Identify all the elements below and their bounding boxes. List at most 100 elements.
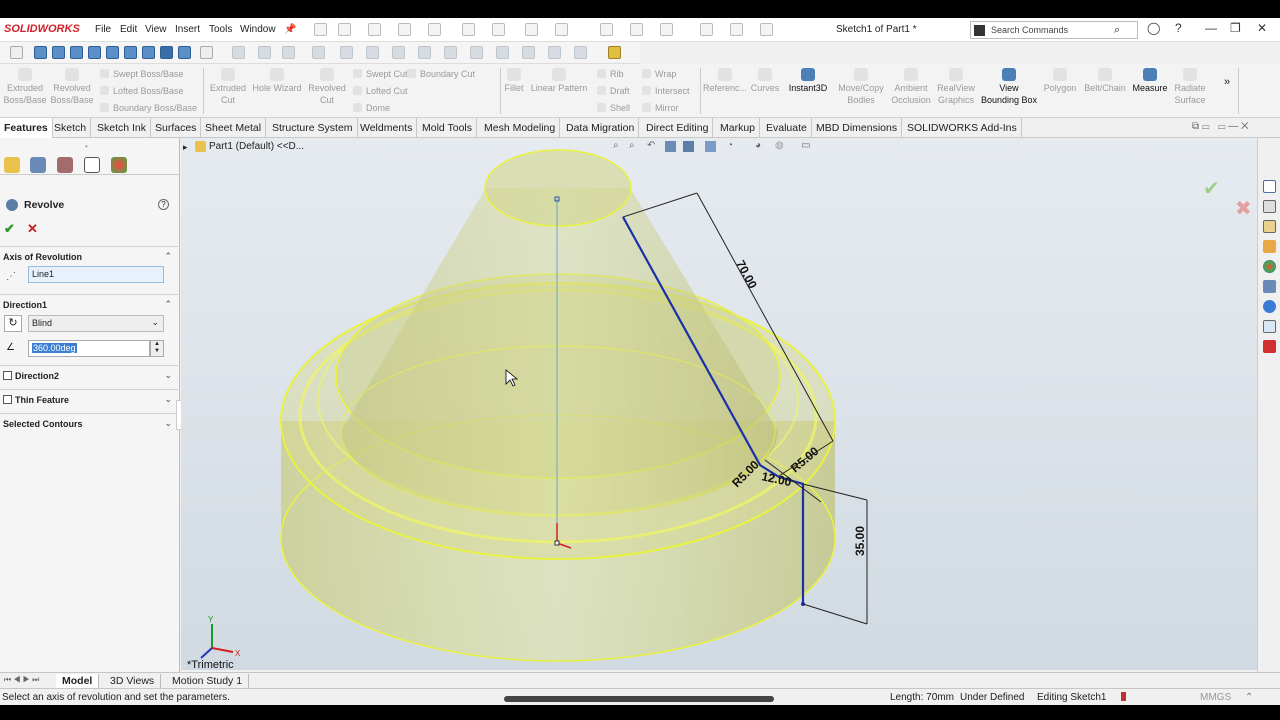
polygon-button[interactable]: Polygon: [1040, 68, 1080, 94]
help-icon[interactable]: ?: [158, 199, 169, 210]
draft-button[interactable]: Draft: [597, 86, 630, 96]
new-document-icon[interactable]: [338, 23, 351, 36]
axis-section-header[interactable]: Axis of Revolution ⌃: [0, 246, 178, 266]
angle-input[interactable]: 360.00deg: [28, 340, 150, 357]
measure-button[interactable]: Measure: [1130, 68, 1170, 94]
view-palette-icon[interactable]: [1263, 240, 1276, 253]
selected-contours-section-header[interactable]: Selected Contours ⌄: [0, 413, 178, 433]
save-icon[interactable]: [398, 23, 411, 36]
right-view-icon[interactable]: [88, 46, 101, 59]
open-icon[interactable]: [368, 23, 381, 36]
menu-view[interactable]: View: [145, 24, 167, 35]
display-manager-icon[interactable]: [111, 157, 127, 173]
grid-icon[interactable]: [232, 46, 245, 59]
options-icon[interactable]: [600, 23, 613, 36]
design-library-icon[interactable]: [1263, 200, 1276, 213]
3dexperience-icon[interactable]: [1263, 320, 1276, 333]
search-input[interactable]: Search Commands: [991, 25, 1068, 35]
search-icon[interactable]: ⌕: [1114, 24, 1120, 37]
tab-motion-study[interactable]: Motion Study 1: [166, 674, 250, 689]
property-manager-icon[interactable]: [30, 157, 46, 173]
points-icon[interactable]: [366, 46, 379, 59]
menu-window[interactable]: Window: [240, 24, 276, 35]
wrap-button[interactable]: Wrap: [642, 69, 676, 79]
dimxpert-icon[interactable]: [84, 157, 100, 173]
expand-icon[interactable]: ⌄: [164, 418, 172, 429]
layout-icon[interactable]: [730, 23, 743, 36]
tab-model[interactable]: Model: [56, 674, 100, 689]
origins-icon[interactable]: [392, 46, 405, 59]
help-icon[interactable]: ?: [1175, 21, 1182, 35]
tab-surfaces[interactable]: Surfaces: [151, 118, 202, 138]
belt-chain-button[interactable]: Belt/Chain: [1082, 68, 1128, 94]
collapse-icon[interactable]: ⌃: [164, 299, 172, 310]
pin-icon[interactable]: 📌: [284, 24, 296, 35]
tab-weldments[interactable]: Weldments: [356, 118, 418, 138]
swept-boss-button[interactable]: Swept Boss/Base: [100, 69, 184, 79]
menu-edit[interactable]: Edit: [120, 24, 137, 35]
customize-icon[interactable]: [630, 23, 643, 36]
axis-selection-field[interactable]: Line1: [28, 266, 164, 283]
end-condition-select[interactable]: Blind ⌄: [28, 315, 164, 332]
direction2-section-header[interactable]: Direction2 ⌄: [0, 365, 178, 385]
mirror-button[interactable]: Mirror: [642, 103, 679, 113]
planes-icon[interactable]: [312, 46, 325, 59]
status-options-icon[interactable]: ⌃: [1245, 692, 1253, 703]
solidworks-resources-icon[interactable]: [1263, 180, 1276, 193]
reference-geometry-button[interactable]: Referenc...: [702, 68, 748, 94]
select-filter-icon[interactable]: [282, 46, 295, 59]
menu-tools[interactable]: Tools: [209, 24, 232, 35]
file-explorer-icon[interactable]: [1263, 220, 1276, 233]
toolbox-icon[interactable]: [1263, 340, 1276, 353]
cancel-x-icon[interactable]: ✕: [27, 221, 38, 237]
rebuild-icon[interactable]: [555, 23, 568, 36]
tab-3d-views[interactable]: 3D Views: [104, 674, 162, 689]
relations-icon[interactable]: [496, 46, 509, 59]
home-icon[interactable]: [314, 23, 327, 36]
tab-evaluate[interactable]: Evaluate: [762, 118, 812, 138]
hole-wizard-button[interactable]: Hole Wizard: [250, 68, 304, 94]
ok-check-icon[interactable]: ✔: [4, 221, 15, 237]
top-view-icon[interactable]: [106, 46, 119, 59]
isometric-view-icon[interactable]: [142, 46, 155, 59]
extruded-cut-button[interactable]: Extruded Cut: [207, 68, 249, 106]
boundary-boss-button[interactable]: Boundary Boss/Base: [100, 103, 197, 113]
normal-to-icon[interactable]: [10, 46, 23, 59]
menu-insert[interactable]: Insert: [175, 24, 200, 35]
search-commands[interactable]: Search Commands ⌕: [970, 21, 1138, 39]
swept-cut-button[interactable]: Swept Cut: [353, 69, 408, 79]
dimetric-view-icon[interactable]: [178, 46, 191, 59]
view-bounding-box-button[interactable]: View Bounding Box: [980, 68, 1038, 106]
dimensions-icon[interactable]: [444, 46, 457, 59]
macro-icon[interactable]: [760, 23, 773, 36]
tab-features[interactable]: Features: [0, 118, 53, 138]
select-icon[interactable]: [525, 23, 538, 36]
lofted-cut-button[interactable]: Lofted Cut: [353, 86, 408, 96]
configuration-manager-icon[interactable]: [57, 157, 73, 173]
linear-pattern-button[interactable]: Linear Pattern: [528, 68, 590, 94]
snap-icon[interactable]: [258, 46, 271, 59]
user-icon[interactable]: ◯: [1147, 21, 1160, 35]
curves-button[interactable]: Curves: [748, 68, 782, 94]
left-view-icon[interactable]: [70, 46, 83, 59]
graphics-area[interactable]: ▸ Part1 (Default) <<D... ⌕ ⌕ ↶ ◔ ◕ ◍ ▭ ✔…: [181, 138, 1257, 670]
move-copy-bodies-button[interactable]: Move/Copy Bodies: [836, 68, 886, 106]
lights-icon[interactable]: [548, 46, 561, 59]
print-icon[interactable]: [428, 23, 441, 36]
tab-mesh-modeling[interactable]: Mesh Modeling: [480, 118, 561, 138]
expand-icon[interactable]: ⌄: [164, 370, 172, 381]
dome-button[interactable]: Dome: [353, 103, 390, 113]
fillet-button[interactable]: Fillet: [502, 68, 526, 94]
tab-structure-system[interactable]: Structure System: [268, 118, 358, 138]
tab-scroll-arrows[interactable]: ⏮ ◀ ▶ ⏭: [4, 675, 39, 685]
minimize-icon[interactable]: —: [1205, 21, 1217, 35]
sketch-tool-icon[interactable]: [200, 46, 213, 59]
annotations-icon[interactable]: [470, 46, 483, 59]
tab-data-migration[interactable]: Data Migration: [562, 118, 640, 138]
extruded-boss-button[interactable]: Extruded Boss/Base: [2, 68, 48, 106]
rebuild-status-icon[interactable]: [1121, 692, 1126, 701]
tab-sketch[interactable]: Sketch: [50, 118, 92, 138]
splitter-handle[interactable]: •: [85, 142, 88, 151]
curves-display-icon[interactable]: [522, 46, 535, 59]
status-units[interactable]: MMGS: [1200, 692, 1231, 703]
